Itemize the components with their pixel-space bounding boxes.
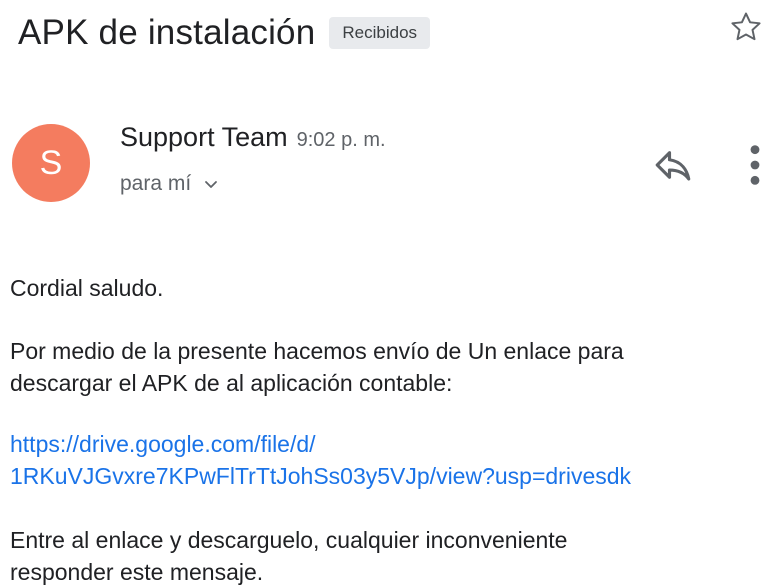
download-link[interactable]: https://drive.google.com/file/d/ 1RKuVJG… bbox=[10, 428, 631, 492]
sender-name[interactable]: Support Team bbox=[120, 122, 288, 153]
sender-info: Support Team 9:02 p. m. bbox=[120, 122, 386, 153]
download-link-line-2[interactable]: 1RKuVJGvxre7KPwFlTrTtJohSs03y5VJp/view?u… bbox=[10, 460, 631, 492]
more-vert-icon[interactable] bbox=[742, 142, 765, 188]
body-paragraph-2-line-1: Entre al enlace y descarguelo, cualquier… bbox=[10, 527, 568, 553]
star-icon[interactable] bbox=[729, 10, 763, 44]
body-paragraph-1-line-2: descargar el APK de al aplicación contab… bbox=[10, 370, 453, 396]
body-paragraph-2: Entre al enlace y descarguelo, cualquier… bbox=[10, 524, 755, 588]
body-paragraph-2-line-2: responder este mensaje. bbox=[10, 559, 264, 585]
download-link-line-1[interactable]: https://drive.google.com/file/d/ bbox=[10, 428, 631, 460]
body-paragraph-1-line-1: Por medio de la presente hacemos envío d… bbox=[10, 338, 624, 364]
chevron-down-icon bbox=[205, 181, 218, 188]
reply-icon[interactable] bbox=[652, 144, 694, 186]
email-header: APK de instalación Recibidos bbox=[18, 8, 765, 58]
email-subject: APK de instalación bbox=[18, 13, 316, 52]
body-paragraph-1: Por medio de la presente hacemos envío d… bbox=[10, 335, 755, 399]
sender-avatar[interactable]: S bbox=[12, 124, 90, 202]
body-greeting: Cordial saludo. bbox=[10, 275, 164, 301]
label-chip-inbox[interactable]: Recibidos bbox=[329, 17, 431, 49]
recipient-label: para mí bbox=[120, 172, 192, 195]
recipient-details-toggle[interactable]: para mí bbox=[120, 172, 219, 196]
sent-time: 9:02 p. m. bbox=[296, 129, 386, 151]
